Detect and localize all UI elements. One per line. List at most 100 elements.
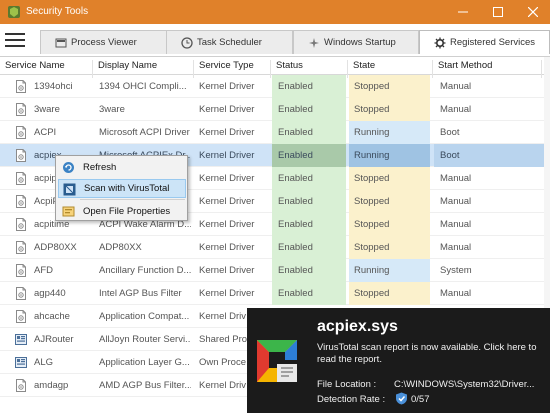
driver-file-icon [16,379,26,392]
start-method-cell: Boot [440,127,460,138]
header-display-name[interactable]: Display Name [98,60,157,71]
table-row[interactable]: ADP80XX ADP80XX Kernel Driver Enabled Stoppe… [0,236,550,259]
service-name-cell: 3ware [34,104,60,115]
detection-rate-value: 0/57 [411,394,430,405]
service-type-cell: Kernel Driver [199,288,255,299]
minimize-button[interactable] [446,0,480,24]
tab-registered-services[interactable]: Registered Services [419,30,550,54]
table-row[interactable]: 3ware 3ware Kernel Driver Enabled Stopped Man… [0,98,550,121]
tab-task-scheduler[interactable]: Task Scheduler [166,30,293,54]
start-method-cell: Manual [440,196,472,207]
tab-windows-startup[interactable]: Windows Startup [293,30,419,54]
service-type-cell: Kernel Driver [199,219,255,230]
status-cell: Enabled [272,259,346,282]
file-location-label: File Location : [317,379,377,390]
header-state[interactable]: State [353,60,375,71]
title-bar: Security Tools [0,0,550,24]
display-name-cell: AllJoyn Router Servi... [99,334,191,345]
shield-check-icon [396,392,407,405]
service-name-cell: agp440 [34,288,66,299]
tab-bar: Process Viewer Task Scheduler Windows St… [0,24,550,57]
window-title: Security Tools [26,6,89,17]
start-method-cell: Manual [440,81,472,92]
display-name-cell: 1394 OHCI Compli... [99,81,187,92]
table-header: Service Name Display Name Service Type S… [0,57,550,78]
state-cell: Running [349,144,430,167]
driver-file-icon [16,149,26,162]
status-cell: Enabled [272,144,346,167]
start-method-cell: Manual [440,173,472,184]
driver-file-icon [16,172,26,185]
refresh-icon [63,162,74,173]
app-logo-icon [8,6,20,18]
display-name-cell: Intel AGP Bus Filter [99,288,182,299]
menu-icon[interactable] [5,33,25,49]
service-name-cell: ahcache [34,311,70,322]
driver-file-icon [16,310,26,323]
close-button[interactable] [516,0,550,24]
menu-separator [80,199,185,200]
security-tools-window: Security Tools Process Viewer Task Sched… [0,0,550,413]
process-icon [55,38,67,47]
driver-file-icon [16,80,26,93]
service-type-cell: Kernel Driver [199,196,255,207]
service-name-cell: ACPI [34,127,57,138]
header-status[interactable]: Status [276,60,303,71]
header-start-method[interactable]: Start Method [438,60,492,71]
table-row[interactable]: ACPI Microsoft ACPI Driver Kernel Driver En… [0,121,550,144]
service-type-cell: Kernel Driver [199,242,255,253]
tab-label: Task Scheduler [197,37,262,48]
table-row[interactable]: agp440 Intel AGP Bus Filter Kernel Driver E… [0,282,550,305]
tab-label: Registered Services [450,37,536,48]
menu-label: Refresh [83,162,117,173]
driver-file-icon [16,218,26,231]
service-icon [15,357,27,368]
start-method-cell: Manual [440,288,472,299]
service-type-cell: Kernel Driver [199,173,255,184]
driver-file-icon [16,241,26,254]
start-method-cell: Manual [440,104,472,115]
display-name-cell: Ancillary Function D... [99,265,191,276]
start-method-cell: Manual [440,242,472,253]
menu-label: Open File Properties [83,206,171,217]
header-service-name[interactable]: Service Name [5,60,65,71]
service-name-cell: ALG [34,357,54,368]
notification-message[interactable]: VirusTotal scan report is now available.… [317,342,549,366]
detection-rate-label: Detection Rate : [317,394,386,405]
startup-icon [309,37,319,48]
state-cell: Stopped [349,213,430,236]
service-type-cell: Kernel Driver [199,265,255,276]
service-type-cell: Kernel Driver [199,104,255,115]
header-service-type[interactable]: Service Type [199,60,254,71]
service-name-cell: AFD [34,265,53,276]
virustotal-notification[interactable]: acpiex.sys VirusTotal scan report is now… [247,308,550,413]
menu-item-scan-virustotal[interactable]: Scan with VirusTotal [58,179,186,198]
state-cell: Stopped [349,167,430,190]
display-name-cell: AMD AGP Bus Filter... [99,380,191,391]
tab-label: Windows Startup [324,37,396,48]
service-type-cell: Kernel Driver [199,150,255,161]
tab-process-viewer[interactable]: Process Viewer [40,30,168,54]
menu-item-open-properties[interactable]: Open File Properties [58,202,186,221]
state-cell: Stopped [349,75,430,98]
status-cell: Enabled [272,190,346,213]
table-row[interactable]: 1394ohci 1394 OHCI Compli... Kernel Driver… [0,75,550,98]
status-cell: Enabled [272,167,346,190]
state-cell: Running [349,121,430,144]
clock-icon [181,36,193,49]
service-name-cell: AJRouter [34,334,74,345]
properties-icon [62,206,75,217]
start-method-cell: Manual [440,219,472,230]
state-cell: Stopped [349,236,430,259]
menu-item-refresh[interactable]: Refresh [58,158,186,177]
status-cell: Enabled [272,98,346,121]
maximize-button[interactable] [481,0,515,24]
state-cell: Stopped [349,190,430,213]
display-name-cell: Microsoft ACPI Driver [99,127,190,138]
state-cell: Stopped [349,282,430,305]
driver-file-icon [16,126,26,139]
table-row[interactable]: AFD Ancillary Function D... Kernel Driver E… [0,259,550,282]
status-cell: Enabled [272,75,346,98]
service-type-cell: Kernel Driver [199,81,255,92]
context-menu: Refresh Scan with VirusTotal Open File P… [55,155,188,221]
